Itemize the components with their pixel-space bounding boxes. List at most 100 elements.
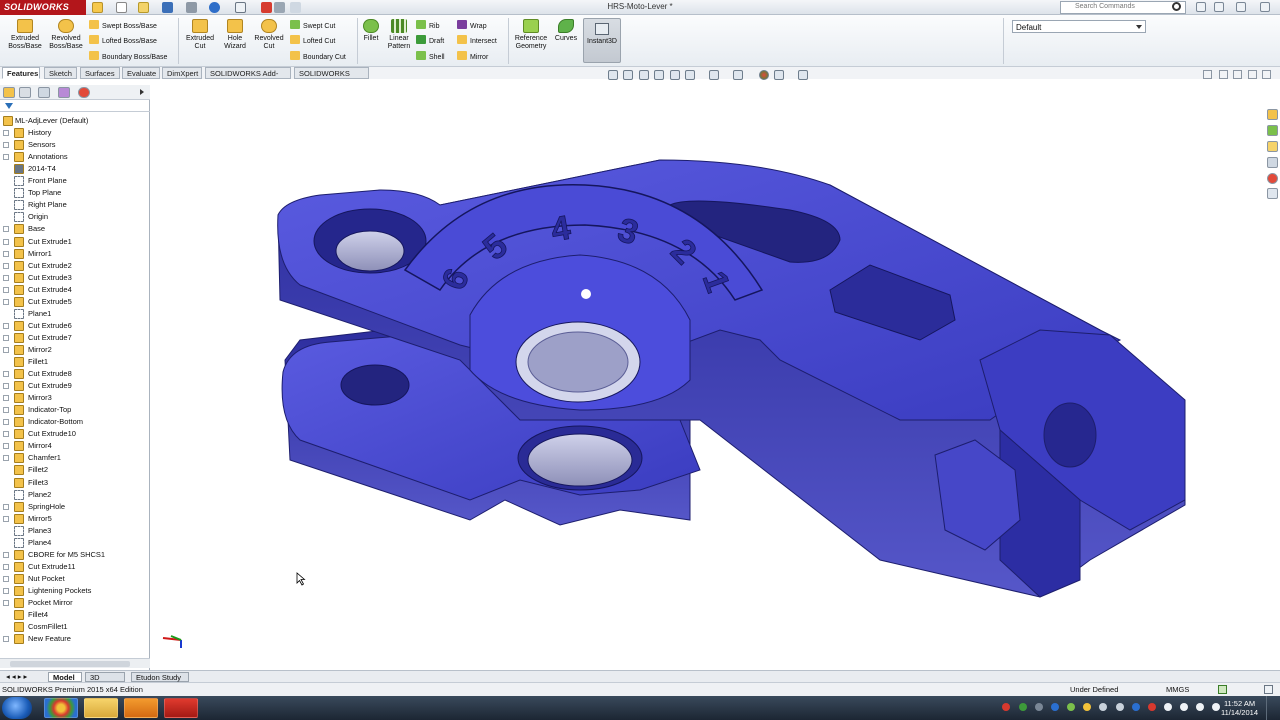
tree-item[interactable]: Front Plane (0, 175, 150, 187)
previous-view-icon[interactable] (639, 70, 649, 80)
tree-item[interactable]: Pocket Mirror (0, 597, 150, 609)
tab-model[interactable]: Model (48, 672, 82, 682)
tree-item[interactable]: Lightening Pockets (0, 585, 150, 597)
show-desktop-button[interactable] (1266, 696, 1278, 720)
tab-mbd[interactable]: SOLIDWORKS MBD (294, 67, 369, 87)
revolved-boss-button[interactable]: Revolved Boss/Base (47, 19, 85, 51)
curves-button[interactable]: Curves (553, 19, 579, 43)
tree-item[interactable]: Chamfer1 (0, 452, 150, 464)
expand-toggle-icon[interactable] (3, 636, 9, 643)
mirror-button[interactable]: Mirror (457, 51, 488, 61)
tree-root[interactable]: ML-AdjLever (Default) (0, 115, 150, 127)
tray-icon[interactable] (1083, 703, 1091, 711)
view-settings-icon[interactable] (798, 70, 808, 80)
tray-icon[interactable] (1002, 703, 1010, 711)
zoom-to-fit-icon[interactable] (608, 70, 618, 80)
tab-addins[interactable]: SOLIDWORKS Add-Ins (205, 67, 291, 87)
zoom-to-area-icon[interactable] (623, 70, 633, 80)
tree-item[interactable]: Cut Extrude2 (0, 260, 150, 272)
expand-toggle-icon[interactable] (3, 262, 9, 269)
expand-toggle-icon[interactable] (3, 334, 9, 341)
scrollbar-thumb[interactable] (10, 661, 130, 667)
expand-toggle-icon[interactable] (3, 515, 9, 522)
expand-toggle-icon[interactable] (3, 563, 9, 570)
search-input[interactable]: Search Commands (1060, 1, 1186, 14)
edit-appearance-icon[interactable] (759, 70, 769, 80)
view-palette-tab-icon[interactable] (1267, 157, 1278, 168)
viewport-minimize-icon[interactable] (1203, 70, 1212, 79)
tree-item[interactable]: Cut Extrude9 (0, 380, 150, 392)
tray-icon[interactable] (1099, 703, 1107, 711)
expand-toggle-icon[interactable] (3, 298, 9, 305)
chevron-right-icon[interactable] (140, 89, 144, 95)
tree-item[interactable]: Nut Pocket (0, 573, 150, 585)
expand-toggle-icon[interactable] (3, 407, 9, 414)
hide-show-items-icon[interactable] (733, 70, 743, 80)
unit-system[interactable]: MMGS (1166, 685, 1189, 694)
tree-item[interactable]: Fillet4 (0, 609, 150, 621)
file-explorer-tab-icon[interactable] (1267, 141, 1278, 152)
expand-toggle-icon[interactable] (3, 587, 9, 594)
swept-boss-button[interactable]: Swept Boss/Base (89, 20, 157, 30)
expand-toggle-icon[interactable] (3, 238, 9, 245)
tree-item[interactable]: Cut Extrude10 (0, 428, 150, 440)
expand-toggle-icon[interactable] (3, 371, 9, 378)
tab-dimxpert[interactable]: DimXpert (162, 67, 202, 79)
network-icon[interactable] (1196, 703, 1204, 711)
tree-item[interactable]: Sensors (0, 139, 150, 151)
tree-item[interactable]: Mirror5 (0, 513, 150, 525)
chrome-taskbar-icon[interactable] (44, 698, 78, 718)
viewport-tile-icon[interactable] (1219, 70, 1228, 79)
tree-filter[interactable] (0, 101, 150, 112)
wrap-button[interactable]: Wrap (457, 20, 487, 30)
boundary-cut-button[interactable]: Boundary Cut (290, 51, 346, 61)
tree-item[interactable]: Plane3 (0, 525, 150, 537)
tree-item[interactable]: Cut Extrude4 (0, 284, 150, 296)
appearances-tab-icon[interactable] (1267, 173, 1278, 184)
system-clock[interactable]: 11:52 AM 11/14/2014 (1221, 699, 1258, 717)
boundary-boss-button[interactable]: Boundary Boss/Base (89, 51, 167, 61)
configuration-manager-tab-icon[interactable] (38, 87, 50, 98)
rebuild-status-icon[interactable] (1218, 685, 1227, 694)
lofted-cut-button[interactable]: Lofted Cut (290, 35, 335, 45)
tree-item[interactable]: Cut Extrude7 (0, 332, 150, 344)
tree-item[interactable]: Top Plane (0, 187, 150, 199)
intersect-button[interactable]: Intersect (457, 35, 497, 45)
instant3d-button[interactable]: Instant3D (583, 18, 621, 63)
expand-toggle-icon[interactable] (3, 226, 9, 233)
restore-icon[interactable] (1236, 2, 1246, 12)
dynamic-annotation-icon[interactable] (670, 70, 680, 80)
viewport-maximize-icon[interactable] (1248, 70, 1257, 79)
shell-button[interactable]: Shell (416, 51, 445, 61)
expand-toggle-icon[interactable] (3, 455, 9, 462)
graphics-area[interactable]: 654321 (151, 80, 1261, 670)
tab-evaluate[interactable]: Evaluate (122, 67, 160, 79)
tree-item[interactable]: Fillet3 (0, 477, 150, 489)
tab-sketch[interactable]: Sketch (44, 67, 77, 79)
viewport-restore-icon[interactable] (1233, 70, 1242, 79)
expand-toggle-icon[interactable] (3, 142, 9, 149)
tree-item[interactable]: SpringHole (0, 501, 150, 513)
solidworks-resources-tab-icon[interactable] (1267, 109, 1278, 120)
horizontal-scrollbar[interactable] (0, 658, 150, 668)
tree-item[interactable]: Cut Extrude6 (0, 320, 150, 332)
search-icon[interactable] (1172, 2, 1181, 11)
tab-surfaces[interactable]: Surfaces (80, 67, 120, 79)
tree-item[interactable]: Mirror4 (0, 440, 150, 452)
tree-item[interactable]: Plane4 (0, 537, 150, 549)
tree-item[interactable]: Cut Extrude11 (0, 561, 150, 573)
expand-toggle-icon[interactable] (3, 154, 9, 161)
tree-item[interactable]: CosmFillet1 (0, 621, 150, 633)
expand-toggle-icon[interactable] (3, 286, 9, 293)
outlook-taskbar-icon[interactable] (124, 698, 158, 718)
tree-item[interactable]: Mirror2 (0, 344, 150, 356)
view-orientation-icon[interactable] (685, 70, 695, 80)
tree-item[interactable]: CBORE for M5 SHCS1 (0, 549, 150, 561)
tab-3d-views[interactable]: 3D Views (85, 672, 125, 691)
linear-pattern-button[interactable]: Linear Pattern (384, 19, 414, 51)
tray-icon[interactable] (1067, 703, 1075, 711)
tree-item[interactable]: Plane2 (0, 489, 150, 501)
tree-item[interactable]: Mirror3 (0, 392, 150, 404)
tab-scroll-arrows[interactable]: ◂ ◂ ▸ ▸ (2, 672, 46, 682)
tray-icon[interactable] (1051, 703, 1059, 711)
